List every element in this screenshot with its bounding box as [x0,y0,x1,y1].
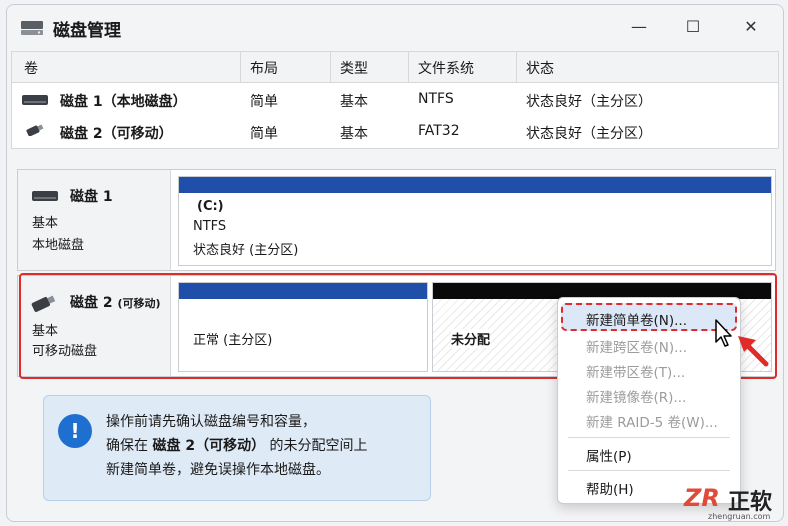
menu-separator [568,470,730,471]
hdd-icon [22,95,48,105]
volume-list: 卷 布局 类型 文件系统 状态 磁盘 1（本地磁盘） 简单 基本 NTFS 状态… [11,51,779,149]
disk1-label[interactable]: 磁盘 1 基本 本地磁盘 [18,170,171,270]
volume-row-disk2[interactable]: 磁盘 2（可移动） 简单 基本 FAT32 状态良好（主分区） [12,116,778,148]
menu-item-new-mirrored-volume[interactable]: 新建镜像卷(R)... [586,386,686,406]
logo-mark: ZR [684,484,720,512]
volume-layout: 简单 [250,126,278,142]
volume-list-header: 卷 布局 类型 文件系统 状态 [12,52,778,83]
menu-item-new-simple-volume[interactable]: 新建简单卷(N)... [586,309,687,329]
usb-drive-icon [26,124,44,136]
mouse-cursor-icon [715,319,732,347]
title-bar: 磁盘管理 — ☐ ✕ [7,5,783,51]
menu-separator [568,437,730,438]
volume-row-disk1[interactable]: 磁盘 1（本地磁盘） 简单 基本 NTFS 状态良好（主分区） [12,84,778,116]
volume-name: 磁盘 2（可移动） [60,126,173,142]
partition-filesystem: NTFS [193,219,227,234]
volume-filesystem: NTFS [418,91,454,107]
disk1-panel: 磁盘 1 基本 本地磁盘 (C:) NTFS 状态良好 (主分区) [17,169,776,271]
volume-status: 状态良好（主分区） [526,126,652,142]
volume-layout: 简单 [250,94,278,110]
info-line-1: 操作前请先确认磁盘编号和容量， [106,414,316,430]
menu-item-new-spanned-volume[interactable]: 新建跨区卷(N)... [586,336,687,356]
column-header-volume[interactable]: 卷 [24,58,38,78]
partition-status: 状态良好 (主分区) [193,243,299,258]
menu-item-properties[interactable]: 属性(P) [586,445,632,465]
red-arrow-icon [738,336,769,367]
column-header-layout[interactable]: 布局 [250,58,278,78]
info-exclamation-icon: ! [58,414,92,448]
info-line-2: 确保在 磁盘 2（可移动） 的未分配空间上 [106,438,368,454]
info-notice: ! 操作前请先确认磁盘编号和容量， 确保在 磁盘 2（可移动） 的未分配空间上 … [43,395,431,501]
volume-filesystem: FAT32 [418,123,460,139]
primary-partition-bar [179,177,771,193]
menu-item-new-striped-volume[interactable]: 新建带区卷(T)... [586,361,685,381]
maximize-button[interactable]: ☐ [679,15,707,39]
info-line-3: 新建简单卷，避免误操作本地磁盘。 [106,462,330,478]
menu-item-help[interactable]: 帮助(H) [586,478,634,498]
close-button[interactable]: ✕ [737,15,765,39]
minimize-button[interactable]: — [625,15,653,39]
partition-drive-letter: (C:) [197,199,224,214]
column-header-filesystem[interactable]: 文件系统 [418,58,474,78]
disk1-type: 基本 [32,216,59,231]
volume-type: 基本 [340,94,368,110]
zhengruan-logo: ZR 正软 zhengruan.com [684,482,788,526]
volume-name: 磁盘 1（本地磁盘） [60,94,187,110]
logo-url: zhengruan.com [708,512,771,521]
menu-item-new-raid5-volume[interactable]: 新建 RAID-5 卷(W)... [586,411,718,431]
disk1-name: 磁盘 1 [70,189,113,205]
disk-management-app-icon [21,21,43,35]
hdd-icon [32,191,58,201]
column-header-status[interactable]: 状态 [526,58,554,78]
partition-c[interactable]: (C:) NTFS 状态良好 (主分区) [178,176,772,266]
window-title: 磁盘管理 [53,21,121,41]
column-header-type[interactable]: 类型 [340,58,368,78]
volume-type: 基本 [340,126,368,142]
volume-status: 状态良好（主分区） [526,94,652,110]
disk1-kind: 本地磁盘 [32,238,85,253]
